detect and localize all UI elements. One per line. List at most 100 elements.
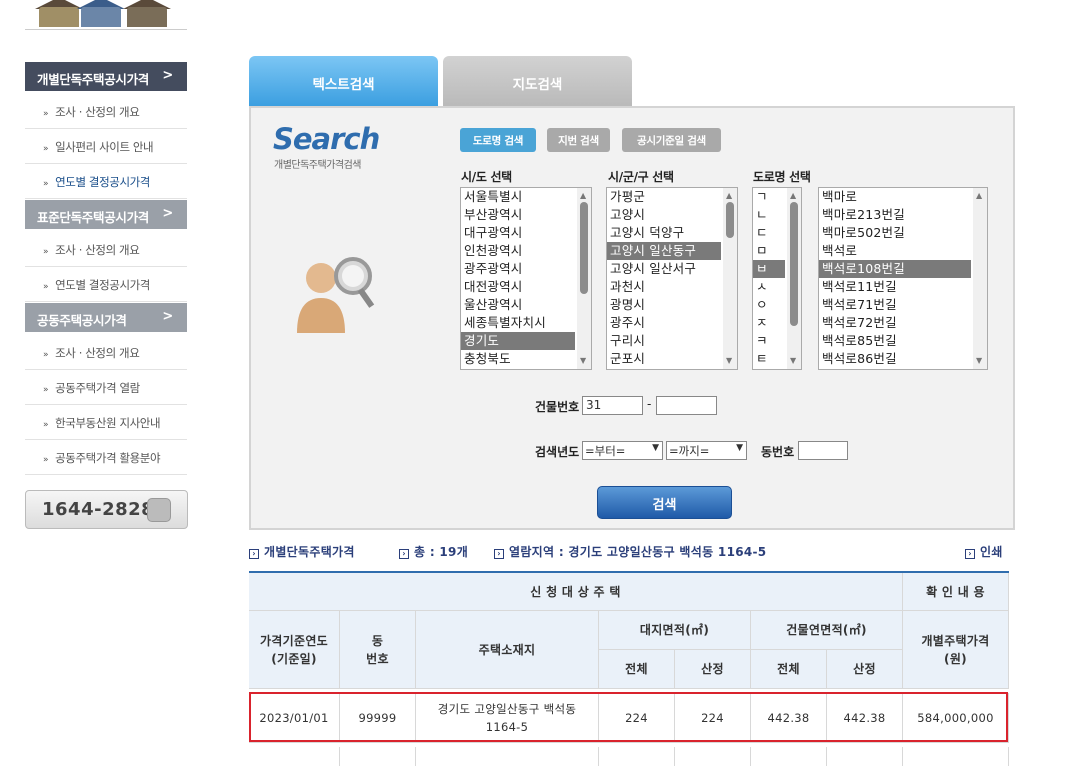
th-land-area-text: 대지면적(㎡) <box>639 623 710 637</box>
sidebar-group-apartment[interactable]: 공동주택공시가격 > <box>25 303 187 332</box>
road-initial-listbox[interactable]: ㄱㄴㄷㅁㅂㅅㅇㅈㅋㅌ ▲ ▼ <box>752 187 802 370</box>
phone-number: 1644-2828 <box>42 499 155 520</box>
print-link[interactable]: › 인쇄 <box>965 543 1003 560</box>
road-option[interactable]: 백마로 <box>819 188 971 206</box>
scrollbar[interactable]: ▲ ▼ <box>723 188 737 369</box>
th-confirm: 확 인 내 용 <box>903 573 1009 611</box>
sigungu-option[interactable]: 군포시 <box>607 350 721 368</box>
scrollbar[interactable]: ▲ ▼ <box>787 188 801 369</box>
sido-option[interactable]: 인천광역시 <box>461 242 575 260</box>
road-option[interactable]: 백마로502번길 <box>819 224 971 242</box>
year-from-value: =부터= <box>585 444 626 458</box>
td-address: 경기도 고양일산동구 백석동 <box>416 747 599 766</box>
sido-option[interactable]: 대전광역시 <box>461 278 575 296</box>
road-search-button[interactable]: 도로명 검색 <box>460 128 536 152</box>
th-land-calc: 산정 <box>675 650 751 689</box>
sigungu-listbox[interactable]: 가평군 고양시 고양시 덕양구 고양시 일산동구 고양시 일산서구 과천시 광명시 광주시 구리… <box>606 187 738 370</box>
sigungu-option[interactable]: 고양시 일산동구 <box>607 242 721 260</box>
sidebar-group-individual[interactable]: 개별단독주택공시가격 > <box>25 62 187 91</box>
search-submit-button[interactable]: 검색 <box>597 486 732 519</box>
sidebar-item-label: 공동주택가격 열람 <box>55 381 140 395</box>
road-option[interactable]: 백석로11번길 <box>819 278 971 296</box>
sidebar-item-apartment-overview[interactable]: » 조사 · 산정의 개요 <box>25 335 187 370</box>
road-option[interactable]: 백석로85번길 <box>819 332 971 350</box>
sido-option[interactable]: 대구광역시 <box>461 224 575 242</box>
td-date <box>249 747 340 766</box>
road-initial-option[interactable]: ㅇ <box>753 296 785 314</box>
sigungu-option[interactable]: 가평군 <box>607 188 721 206</box>
lot-search-button[interactable]: 지번 검색 <box>547 128 610 152</box>
td-bld-calc <box>827 747 903 766</box>
sidebar-item-branch-guide[interactable]: » 한국부동산원 지사안내 <box>25 405 187 440</box>
scrollbar[interactable]: ▲ ▼ <box>577 188 591 369</box>
road-listbox[interactable]: 백마로 백마로213번길 백마로502번길 백석로 백석로108번길 백석로11번길 백석로… <box>818 187 988 370</box>
road-option[interactable]: 백석로108번길 <box>819 260 971 278</box>
sidebar-group-standard[interactable]: 표준단독주택공시가격 > <box>25 200 187 229</box>
road-option[interactable]: 백석로71번길 <box>819 296 971 314</box>
sidebar-item-usage-areas[interactable]: » 공동주택가격 활용분야 <box>25 440 187 475</box>
bullet-icon: » <box>43 350 49 360</box>
year-from-select[interactable]: =부터= ▼ <box>582 441 663 460</box>
sidebar-item-yearly-price[interactable]: » 연도별 결정공시가격 <box>25 164 187 199</box>
sidebar-item-label: 조사 · 산정의 개요 <box>55 346 140 360</box>
year-to-select[interactable]: =까지= ▼ <box>666 441 747 460</box>
road-initial-option[interactable]: ㅂ <box>753 260 785 278</box>
date-search-button[interactable]: 공시기준일 검색 <box>622 128 721 152</box>
sido-option[interactable]: 부산광역시 <box>461 206 575 224</box>
dong-label: 동번호 <box>761 445 795 459</box>
sido-option[interactable]: 충청북도 <box>461 350 575 368</box>
road-option[interactable]: 백석로86번길 <box>819 350 971 368</box>
th-price: 개별주택가격 (원) <box>903 611 1009 689</box>
road-initial-option[interactable]: ㅅ <box>753 278 785 296</box>
building-main-input[interactable]: 31 <box>582 396 643 415</box>
sidebar-item-standard-overview[interactable]: » 조사 · 산정의 개요 <box>25 232 187 267</box>
sidebar-item-ilsa-guide[interactable]: » 일사편리 사이트 안내 <box>25 129 187 164</box>
sigungu-option[interactable]: 광명시 <box>607 296 721 314</box>
dong-input[interactable] <box>798 441 848 460</box>
sigungu-option[interactable]: 과천시 <box>607 278 721 296</box>
sigungu-label: 시/군/구 선택 <box>608 170 674 184</box>
td-address-text: 경기도 고양일산동구 백석동 <box>416 763 598 766</box>
tab-map-search[interactable]: 지도검색 <box>443 56 632 107</box>
bullet-icon: » <box>43 179 49 189</box>
th-address-text: 주택소재지 <box>478 642 536 657</box>
th-building-area: 건물연면적(㎡) <box>751 611 903 650</box>
sido-option[interactable]: 경기도 <box>461 332 575 350</box>
bullet-icon: » <box>43 247 49 257</box>
road-option[interactable]: 백석로72번길 <box>819 314 971 332</box>
sigungu-option[interactable]: 고양시 덕양구 <box>607 224 721 242</box>
scrollbar[interactable]: ▲ ▼ <box>973 188 987 369</box>
th-land-calc-text: 산정 <box>701 662 724 676</box>
sido-option[interactable]: 광주광역시 <box>461 260 575 278</box>
road-initial-option[interactable]: ㅈ <box>753 314 785 332</box>
sigungu-option[interactable]: 광주시 <box>607 314 721 332</box>
tab-text-search[interactable]: 텍스트검색 <box>249 56 438 107</box>
sidebar-item-apartment-view[interactable]: » 공동주택가격 열람 <box>25 370 187 405</box>
road-option[interactable]: 백석로 <box>819 242 971 260</box>
road-initial-option[interactable]: ㄴ <box>753 206 785 224</box>
road-initial-option[interactable]: ㅌ <box>753 350 785 368</box>
sidebar-group-label: 개별단독주택공시가격 <box>37 72 150 87</box>
sido-option[interactable]: 세종특별자치시 <box>461 314 575 332</box>
sigungu-option[interactable]: 고양시 <box>607 206 721 224</box>
sido-listbox[interactable]: 서울특별시 부산광역시 대구광역시 인천광역시 광주광역시 대전광역시 울산광역시 세종특별자… <box>460 187 592 370</box>
road-initial-option[interactable]: ㅁ <box>753 242 785 260</box>
sidebar-item-label: 연도별 결정공시가격 <box>55 175 150 189</box>
highlighted-row-box <box>249 692 1008 742</box>
chevron-down-icon: ▼ <box>736 443 743 453</box>
road-option[interactable]: 백마로213번길 <box>819 206 971 224</box>
road-initial-option[interactable]: ㄷ <box>753 224 785 242</box>
sigungu-option[interactable]: 구리시 <box>607 332 721 350</box>
box-arrow-icon: › <box>494 549 504 559</box>
sidebar-item-survey-overview[interactable]: » 조사 · 산정의 개요 <box>25 94 187 129</box>
sido-option[interactable]: 서울특별시 <box>461 188 575 206</box>
building-sub-input[interactable] <box>656 396 717 415</box>
bullet-icon: » <box>43 385 49 395</box>
th-bld-total: 전체 <box>751 650 827 689</box>
bullet-icon: » <box>43 109 49 119</box>
sidebar-item-standard-yearly[interactable]: » 연도별 결정공시가격 <box>25 267 187 302</box>
sido-option[interactable]: 울산광역시 <box>461 296 575 314</box>
road-initial-option[interactable]: ㅋ <box>753 332 785 350</box>
sigungu-option[interactable]: 고양시 일산서구 <box>607 260 721 278</box>
road-initial-option[interactable]: ㄱ <box>753 188 785 206</box>
